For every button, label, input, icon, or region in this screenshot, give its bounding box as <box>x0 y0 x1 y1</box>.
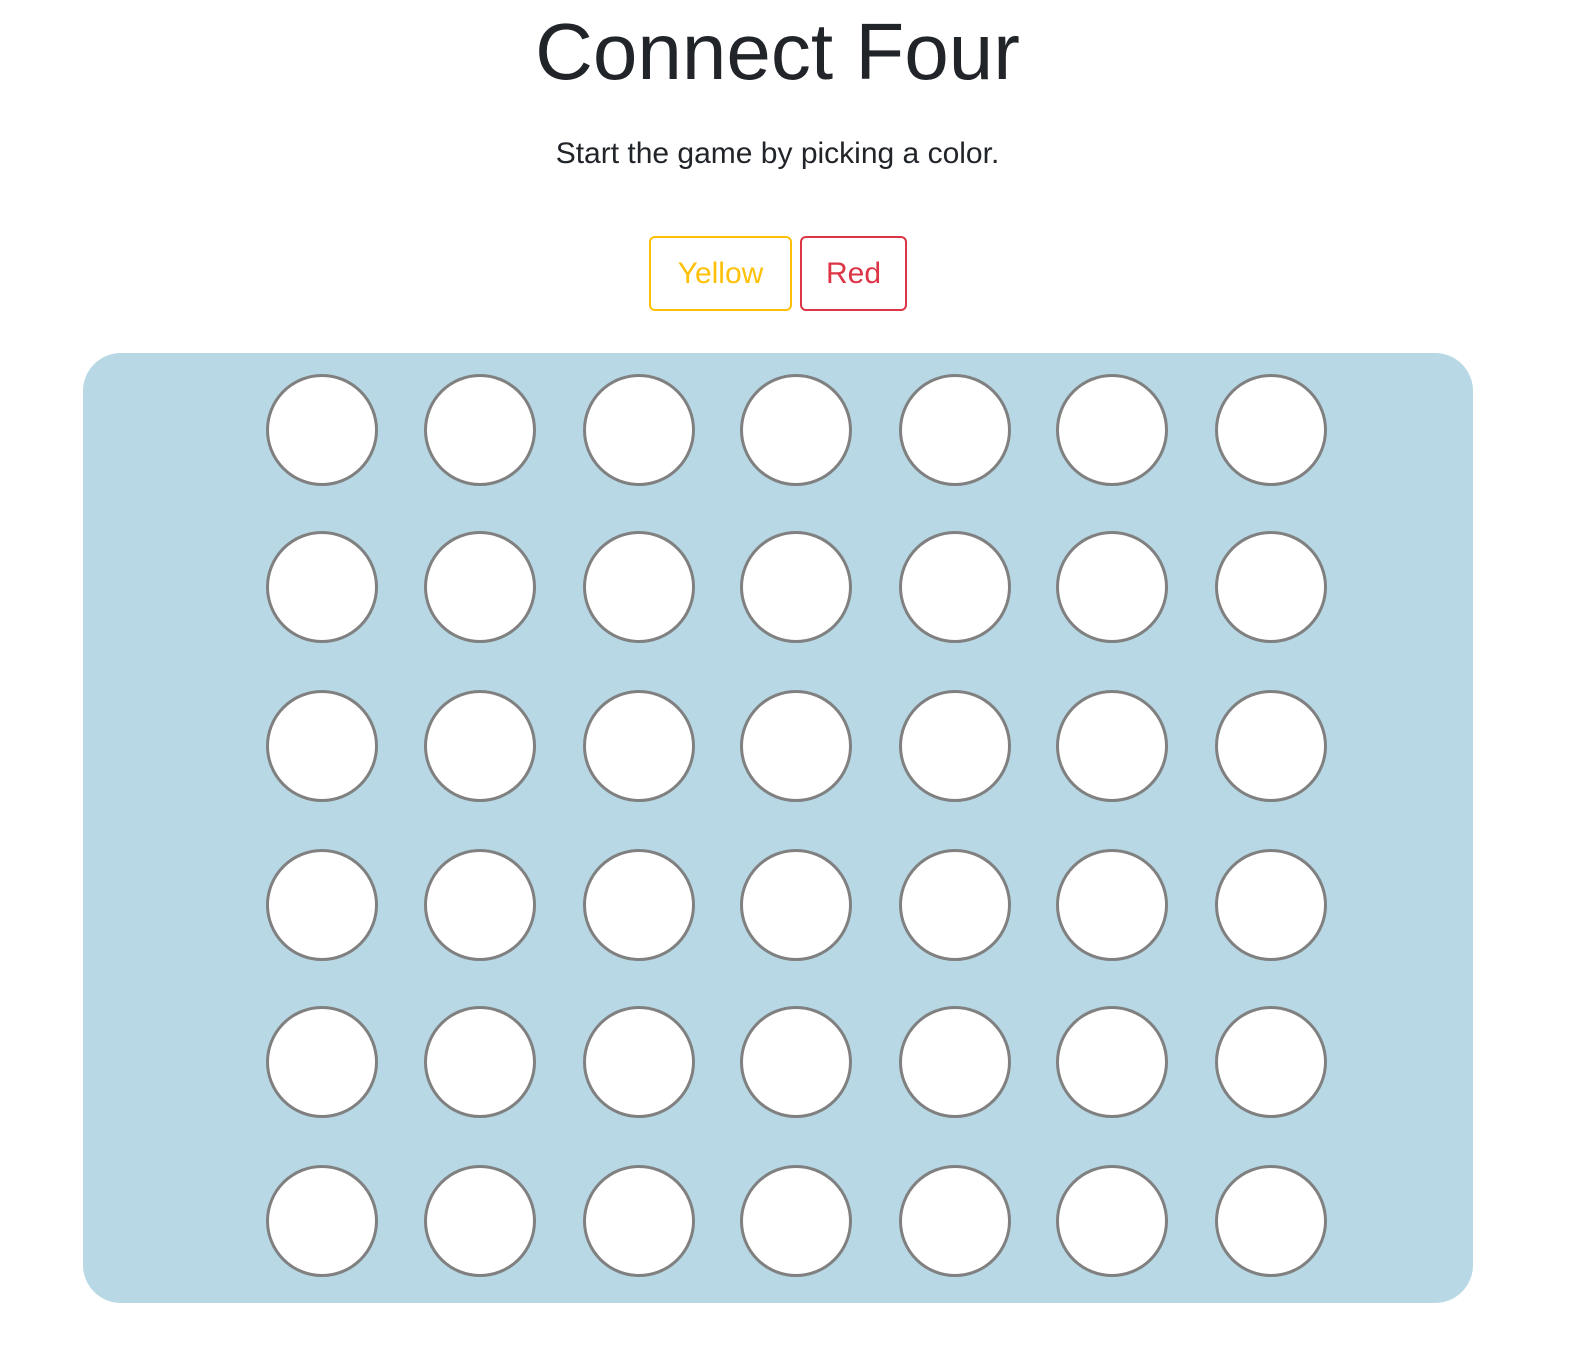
board-cell-r3-c2[interactable] <box>424 690 536 802</box>
board-cell-r3-c7[interactable] <box>1215 690 1327 802</box>
board-cell-r2-c4[interactable] <box>740 531 852 643</box>
board-cell-r3-c4[interactable] <box>740 690 852 802</box>
pick-red-button[interactable]: Red <box>800 236 907 311</box>
board-cell-r5-c6[interactable] <box>1056 1006 1168 1118</box>
pick-yellow-button[interactable]: Yellow <box>649 236 792 311</box>
board-cell-r4-c3[interactable] <box>583 849 695 961</box>
board-cell-r4-c2[interactable] <box>424 849 536 961</box>
board-cell-r4-c5[interactable] <box>899 849 1011 961</box>
board-cell-r1-c4[interactable] <box>740 374 852 486</box>
board-cell-r1-c1[interactable] <box>266 374 378 486</box>
board-cell-r5-c2[interactable] <box>424 1006 536 1118</box>
board-cell-r1-c7[interactable] <box>1215 374 1327 486</box>
board-cell-r2-c6[interactable] <box>1056 531 1168 643</box>
page-title: Connect Four <box>535 7 1020 96</box>
board-cell-r5-c5[interactable] <box>899 1006 1011 1118</box>
board-cell-r3-c5[interactable] <box>899 690 1011 802</box>
board-cell-r2-c7[interactable] <box>1215 531 1327 643</box>
board-cell-r6-c2[interactable] <box>424 1165 536 1277</box>
board-cell-r2-c2[interactable] <box>424 531 536 643</box>
board-cell-r5-c7[interactable] <box>1215 1006 1327 1118</box>
board-cell-r6-c4[interactable] <box>740 1165 852 1277</box>
board-cell-r6-c3[interactable] <box>583 1165 695 1277</box>
board-cell-r6-c6[interactable] <box>1056 1165 1168 1277</box>
board-cell-r2-c3[interactable] <box>583 531 695 643</box>
board-cell-r4-c1[interactable] <box>266 849 378 961</box>
board-cell-r1-c5[interactable] <box>899 374 1011 486</box>
board-cell-r1-c2[interactable] <box>424 374 536 486</box>
board-cell-r1-c3[interactable] <box>583 374 695 486</box>
board-cell-r5-c1[interactable] <box>266 1006 378 1118</box>
game-instructions: Start the game by picking a color. <box>555 137 1000 170</box>
board-cell-r4-c4[interactable] <box>740 849 852 961</box>
board-cell-r6-c7[interactable] <box>1215 1165 1327 1277</box>
board-cell-r6-c5[interactable] <box>899 1165 1011 1277</box>
board-cell-r4-c6[interactable] <box>1056 849 1168 961</box>
board-cell-r3-c3[interactable] <box>583 690 695 802</box>
color-picker: Yellow Red <box>649 236 907 311</box>
board-cell-r2-c5[interactable] <box>899 531 1011 643</box>
board-cell-r5-c3[interactable] <box>583 1006 695 1118</box>
board-cell-r2-c1[interactable] <box>266 531 378 643</box>
board-cell-r5-c4[interactable] <box>740 1006 852 1118</box>
game-board <box>83 353 1473 1303</box>
board-cell-r1-c6[interactable] <box>1056 374 1168 486</box>
board-cell-r3-c1[interactable] <box>266 690 378 802</box>
board-cell-r4-c7[interactable] <box>1215 849 1327 961</box>
board-cell-r3-c6[interactable] <box>1056 690 1168 802</box>
board-cell-r6-c1[interactable] <box>266 1165 378 1277</box>
